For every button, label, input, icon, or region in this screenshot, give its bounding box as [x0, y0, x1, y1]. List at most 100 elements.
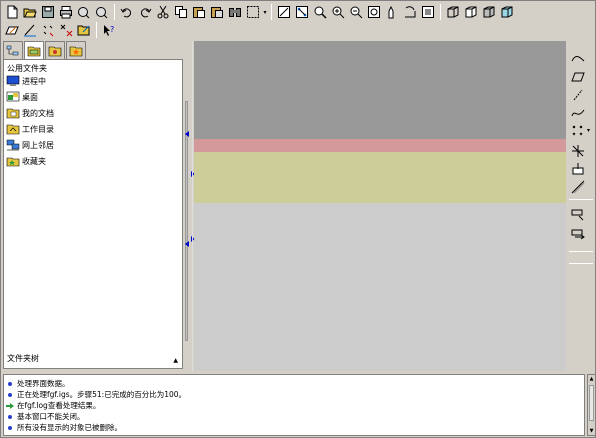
line-tool-icon[interactable] [21, 21, 39, 39]
folder-item-label: 网上邻居 [22, 140, 54, 150]
folder-item-label: 进程中 [22, 76, 46, 86]
folder-item-in-session[interactable]: 进程中 [6, 73, 54, 89]
folder-item-work-directory[interactable]: 工作目录 [6, 121, 54, 137]
folder-item-favorites[interactable]: 收藏夹 [6, 153, 54, 169]
folder-item-label: 收藏夹 [22, 156, 46, 166]
work-directory-icon [6, 124, 20, 135]
svg-text:?: ? [110, 25, 114, 34]
hidden-line-icon[interactable] [462, 3, 480, 21]
zoom-window-icon[interactable] [365, 3, 383, 21]
toolbar-separator [96, 22, 97, 38]
folder-item-my-documents[interactable]: 我的文档 [6, 105, 54, 121]
curve-icon[interactable] [570, 51, 586, 67]
navigator-tabs [3, 41, 87, 59]
spline-icon[interactable] [570, 105, 586, 121]
canvas-band-pink [194, 139, 566, 152]
graphics-canvas[interactable] [194, 41, 566, 371]
folder-item-label: 工作目录 [22, 124, 54, 134]
datum-plane-icon[interactable] [570, 161, 586, 177]
expand-arrow-icon[interactable] [185, 131, 190, 137]
canvas-band-gray [194, 41, 566, 139]
point-tool-icon[interactable] [39, 21, 57, 39]
layers-tab[interactable] [24, 41, 44, 59]
context-help-icon[interactable]: ? [100, 21, 118, 39]
application-window: ▾ ? 公用文件夹 进程中 桌面 我的文档 工作目录 网上邻居 收藏夹 文件夹树… [0, 0, 596, 438]
message-area: 处理界面数据。 正在处理fgf.igs。步骤51:已完成的百分比为100。 在f… [3, 374, 585, 436]
message-line: 在fgf.log查看处理结果。 [6, 400, 186, 411]
pan-icon[interactable] [383, 3, 401, 21]
undo-icon[interactable] [118, 3, 136, 21]
folder-tree-toggle[interactable]: 文件夹树 [7, 353, 39, 364]
view-sketch-icon[interactable] [275, 3, 293, 21]
message-scrollbar[interactable]: ▲ ▼ [587, 374, 596, 436]
folder-item-label: 我的文档 [22, 108, 54, 118]
message-line: 正在处理fgf.igs。步骤51:已完成的百分比为100。 [6, 389, 186, 400]
query-icon[interactable] [311, 3, 329, 21]
datum-point-icon[interactable] [570, 206, 586, 222]
save-icon[interactable] [39, 3, 57, 21]
favorites-icon [6, 157, 20, 167]
navigator-scrollbar[interactable] [185, 101, 188, 341]
shaded-icon[interactable] [480, 3, 498, 21]
scroll-down-icon[interactable]: ▼ [588, 427, 595, 435]
datum-axis-icon[interactable] [570, 179, 586, 195]
coordinate-system-icon[interactable] [570, 143, 586, 159]
sketch-plane-icon[interactable] [3, 21, 21, 39]
paste-special-icon[interactable] [208, 3, 226, 21]
collapse-arrow-icon[interactable]: ▲ [173, 357, 178, 364]
message-text: 在fgf.log查看处理结果。 [17, 401, 101, 410]
datum-toolbar: ? [3, 21, 118, 39]
message-text: 正在处理fgf.igs。步骤51:已完成的百分比为100。 [17, 390, 187, 399]
zoom-out-icon[interactable] [347, 3, 365, 21]
toolbar-separator [569, 263, 593, 264]
message-line: 所有没有显示的对象已被删除。 [6, 422, 186, 433]
zoom-in-icon[interactable] [329, 3, 347, 21]
binoculars-icon[interactable] [226, 3, 244, 21]
select-box-icon[interactable] [244, 3, 262, 21]
point-set-icon[interactable] [570, 123, 586, 139]
monitor-icon [6, 75, 20, 86]
folder-item-label: 桌面 [22, 92, 38, 102]
folder-list: 进程中 桌面 我的文档 工作目录 网上邻居 收藏夹 [6, 73, 54, 169]
message-list: 处理界面数据。 正在处理fgf.igs。步骤51:已完成的百分比为100。 在f… [6, 378, 186, 433]
message-line: 处理界面数据。 [6, 378, 186, 389]
cut-icon[interactable] [154, 3, 172, 21]
copy-icon[interactable] [172, 3, 190, 21]
toolbar-separator [569, 199, 593, 200]
splitter-line[interactable] [192, 41, 193, 371]
main-toolbar: ▾ [3, 3, 516, 21]
favorites-tab[interactable] [66, 41, 86, 59]
message-text: 基本窗口不能关闭。 [17, 412, 85, 421]
new-file-icon[interactable] [3, 3, 21, 21]
refit-icon[interactable] [419, 3, 437, 21]
plane-icon[interactable] [570, 69, 586, 85]
desktop-icon [6, 91, 20, 102]
info-bullet-icon [6, 424, 14, 432]
analysis-icon[interactable] [570, 226, 586, 242]
dropdown-arrow-icon[interactable]: ▾ [587, 127, 590, 134]
folder-item-network[interactable]: 网上邻居 [6, 137, 54, 153]
scroll-up-icon[interactable]: ▲ [588, 375, 595, 383]
redo-icon[interactable] [136, 3, 154, 21]
redo-history-icon[interactable] [93, 3, 111, 21]
view-tree-icon[interactable] [293, 3, 311, 21]
toolbar-separator [114, 4, 115, 20]
select-dropdown-icon[interactable]: ▾ [262, 3, 268, 21]
view-box-icon[interactable] [498, 3, 516, 21]
open-folder-icon[interactable] [21, 3, 39, 21]
print-icon[interactable] [57, 3, 75, 21]
model-tree-tab[interactable] [3, 41, 23, 59]
axis-icon[interactable] [570, 87, 586, 103]
folder-tab[interactable] [45, 41, 65, 59]
rotate-icon[interactable] [401, 3, 419, 21]
my-documents-icon [6, 108, 20, 119]
folder-item-desktop[interactable]: 桌面 [6, 89, 54, 105]
wireframe-icon[interactable] [444, 3, 462, 21]
paste-icon[interactable] [190, 3, 208, 21]
folder-edit-icon[interactable] [75, 21, 93, 39]
toolbar-separator [569, 251, 593, 252]
undo-history-icon[interactable] [75, 3, 93, 21]
delete-point-icon[interactable] [57, 21, 75, 39]
info-bullet-icon [6, 413, 14, 421]
scroll-thumb[interactable] [589, 385, 594, 421]
